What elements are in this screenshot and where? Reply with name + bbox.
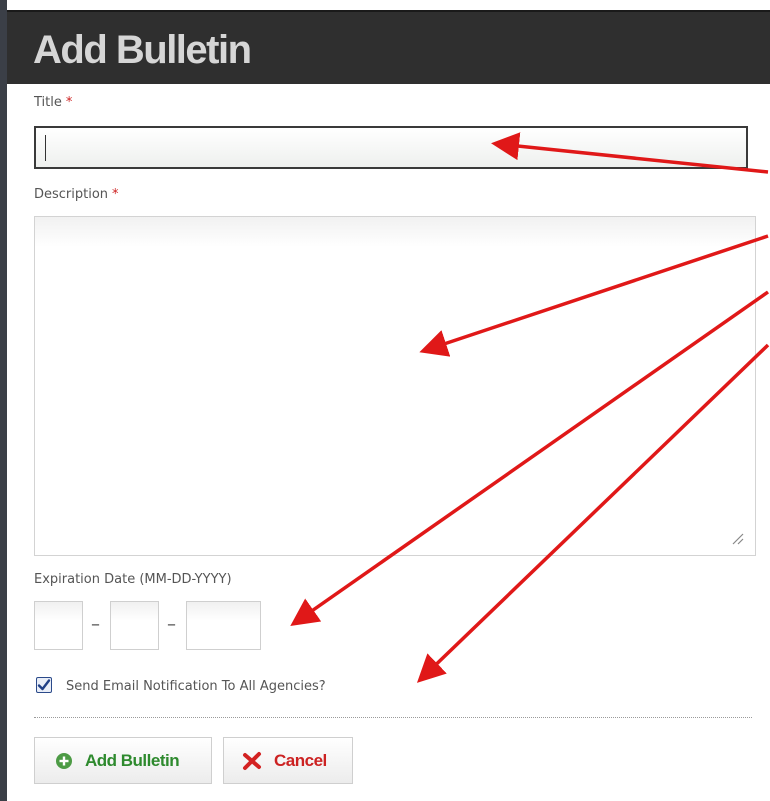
x-icon	[243, 751, 261, 770]
cancel-button-label: Cancel	[274, 750, 327, 770]
title-input[interactable]	[34, 126, 748, 169]
title-required-marker: *	[65, 95, 73, 110]
add-bulletin-button[interactable]: Add Bulletin	[34, 737, 212, 784]
expiration-year-input[interactable]	[186, 601, 261, 650]
expiration-day-input[interactable]	[110, 601, 159, 650]
resize-grip-icon[interactable]	[729, 530, 745, 546]
title-label-text: Title	[34, 95, 62, 110]
email-notification-checkbox[interactable]	[36, 677, 52, 693]
description-required-marker: *	[112, 187, 119, 202]
date-separator: –	[167, 614, 176, 635]
plus-circle-icon	[56, 752, 72, 769]
background-edge	[0, 0, 7, 801]
expiration-month-input[interactable]	[34, 601, 83, 650]
checkmark-icon	[37, 679, 51, 691]
text-cursor	[45, 135, 46, 161]
date-separator: –	[91, 614, 100, 635]
form-divider	[34, 717, 752, 718]
email-notification-label[interactable]: Send Email Notification To All Agencies?	[66, 679, 326, 694]
screenshot-frame: Add Bulletin Title * Description * Expirat…	[0, 0, 770, 801]
description-label: Description *	[34, 187, 119, 202]
description-label-text: Description	[34, 187, 109, 202]
title-label: Title *	[34, 95, 72, 110]
dialog-title-bar: Add Bulletin	[7, 10, 770, 84]
cancel-button[interactable]: Cancel	[223, 737, 353, 784]
dialog-title: Add Bulletin	[33, 28, 252, 72]
description-textarea[interactable]	[34, 216, 756, 556]
add-bulletin-button-label: Add Bulletin	[85, 750, 180, 770]
expiration-date-label: Expiration Date (MM-DD-YYYY)	[34, 572, 232, 587]
